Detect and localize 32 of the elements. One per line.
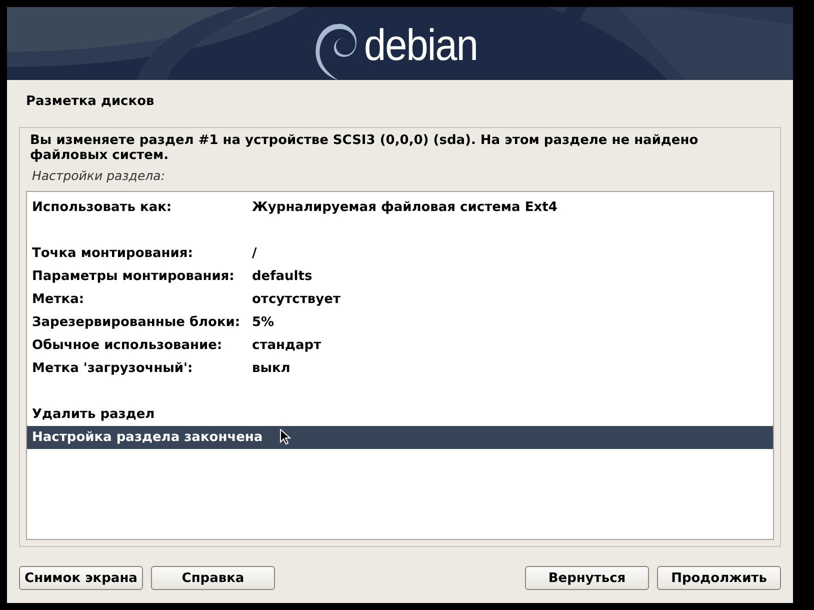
dialog-button[interactable]: Справка xyxy=(151,566,275,590)
setting-value: стандарт xyxy=(252,338,322,353)
list-caption: Настройки раздела: xyxy=(32,168,166,183)
setting-value: 5% xyxy=(252,315,274,330)
page-title: Разметка дисков xyxy=(26,94,156,111)
list-item[interactable]: Настройка раздела закончена xyxy=(27,426,773,449)
setting-value: выкл xyxy=(252,361,290,376)
cursor-icon xyxy=(280,429,291,445)
setting-row[interactable]: Метка: отсутствует xyxy=(27,288,773,311)
setting-row[interactable]: Параметры монтирования: defaults xyxy=(27,265,773,288)
logo-text: debian xyxy=(364,24,478,72)
dialog-button[interactable]: Снимок экрана xyxy=(19,566,143,590)
dialog-button[interactable]: Продолжить xyxy=(657,566,781,590)
setting-row[interactable]: Обычное использование: стандарт xyxy=(27,334,773,357)
setting-label: Точка монтирования: xyxy=(32,246,194,261)
setting-row[interactable]: Использовать как: Журналируемая файловая система Ext4 xyxy=(27,196,773,219)
setting-label: Использовать как: xyxy=(32,200,173,215)
message-text: Вы изменяете раздел #1 на устройстве SCSI3 (0,0,0) (sda). На этом разделе не найдено файловых систем. xyxy=(30,133,700,163)
setting-value: defaults xyxy=(252,269,312,284)
setting-label: Зарезервированные блоки: xyxy=(32,315,242,330)
setting-row[interactable]: Зарезервированные блоки: 5% xyxy=(27,311,773,334)
setting-label: Параметры монтирования: xyxy=(32,269,236,284)
setting-value: Журналируемая файловая система Ext4 xyxy=(252,200,558,215)
setting-row[interactable]: Метка 'загрузочный': выкл xyxy=(27,357,773,380)
setting-label: Обычное использование: xyxy=(32,338,224,353)
setting-label: Метка: xyxy=(32,292,86,307)
setting-label: Метка 'загрузочный': xyxy=(32,361,194,376)
list-item[interactable]: Удалить раздел xyxy=(27,403,773,426)
setting-value: отсутствует xyxy=(252,292,340,307)
setting-value: / xyxy=(252,246,257,261)
dialog-button[interactable]: Вернуться xyxy=(525,566,649,590)
setting-row[interactable]: Точка монтирования: / xyxy=(27,242,773,265)
